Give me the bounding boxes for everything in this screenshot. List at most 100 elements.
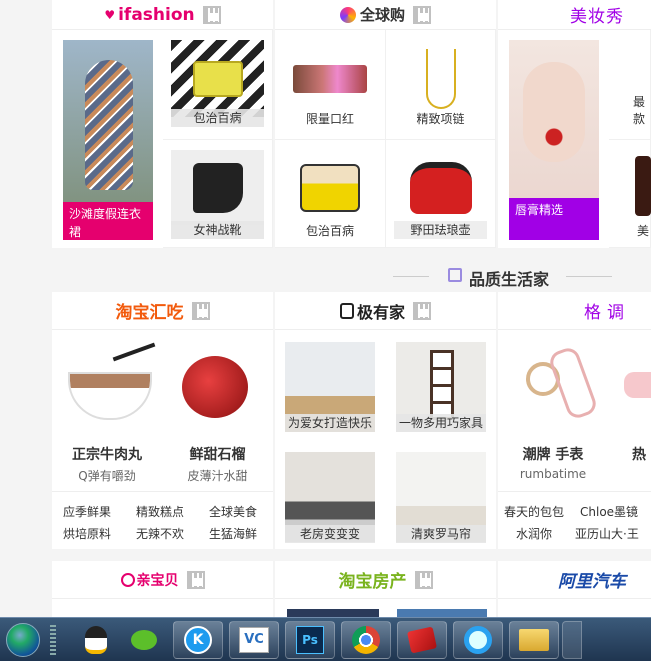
huichi-item-pomegranate[interactable]: 鲜甜石榴 皮薄汁水甜 <box>162 332 273 487</box>
huichi-link[interactable]: 应季鲜果 <box>63 503 111 520</box>
start-button[interactable] <box>0 618 46 661</box>
fangchan-header[interactable]: 淘宝房产 <box>275 561 496 599</box>
jiyoujia-card: 极有家 为爱女打造快乐 一物多用巧家具 老房变变变 清爽罗马帘 <box>275 292 496 549</box>
global-logo-icon <box>339 6 356 23</box>
ifashion-item-label: 包治百病 <box>171 109 264 127</box>
global-item-necklace[interactable]: 精致项链 <box>386 30 496 140</box>
qinbaobei-header[interactable]: 亲宝贝 <box>52 561 273 599</box>
qq-body <box>85 625 107 654</box>
huichi-link[interactable]: 生猛海鲜 <box>209 525 257 542</box>
qq-browser-taskbar-button[interactable] <box>453 620 503 659</box>
chrome-taskbar-button[interactable] <box>341 620 391 659</box>
huichi-header[interactable]: 淘宝汇吃 <box>52 292 273 330</box>
gediao-item-title: 热 <box>632 447 646 463</box>
ifashion-item-bag[interactable]: 包治百病 <box>163 30 273 140</box>
huichi-item-meatball[interactable]: 正宗牛肉丸 Q弹有嚼劲 <box>52 332 162 487</box>
qr-code-icon[interactable] <box>186 570 205 589</box>
beauty-item[interactable]: 美 <box>609 140 651 248</box>
qiche-logo: 阿里汽车 <box>558 572 626 592</box>
jiyoujia-logo-icon <box>339 302 354 319</box>
huichi-link[interactable]: 全球美食 <box>209 503 257 520</box>
global-card: 全球购 限量口红 精致项链 包治百病 野田珐琅壶 <box>275 0 496 248</box>
qr-code-icon[interactable] <box>202 5 221 24</box>
handbag-image <box>283 150 377 225</box>
gediao-link[interactable]: 亚历山大·王 <box>575 525 639 542</box>
global-item-label: 限量口红 <box>305 112 354 126</box>
qiche-card: 阿里汽车 <box>498 561 651 621</box>
global-item-label: 精致项链 <box>416 112 465 126</box>
explorer-taskbar-button[interactable] <box>509 620 559 659</box>
model-photo <box>85 60 133 190</box>
global-item-bag[interactable]: 包治百病 <box>275 140 386 248</box>
beauty-item[interactable]: 最款 <box>609 30 651 140</box>
ifashion-logo-text: ifashion <box>118 4 195 25</box>
global-header[interactable]: 全球购 <box>275 0 496 30</box>
shoe-icon <box>624 372 651 398</box>
gediao-link[interactable]: Chloe墨镜 <box>580 503 638 520</box>
qr-code-icon[interactable] <box>413 5 431 24</box>
kugou-icon: K <box>184 625 212 654</box>
kettle-image <box>394 150 487 225</box>
jiyoujia-item-label: 为爱女打造快乐 <box>285 414 375 432</box>
jiyoujia-header[interactable]: 极有家 <box>275 292 496 330</box>
qq-penguin-icon[interactable] <box>76 620 116 660</box>
jiyoujia-item-label: 一物多用巧家具 <box>396 414 486 432</box>
necklace-image <box>394 40 487 117</box>
meatball-bowl-icon <box>68 372 152 420</box>
gediao-item-sub: rumbatime <box>519 467 587 481</box>
qq-browser-icon <box>464 625 492 654</box>
huichi-link[interactable]: 烘培原料 <box>63 525 111 542</box>
ifashion-header[interactable]: ♥ ifashion <box>52 0 273 30</box>
bag-image <box>171 40 264 117</box>
huichi-link[interactable]: 无辣不欢 <box>136 525 184 542</box>
wechat-bubble <box>131 629 157 650</box>
lipstick-image <box>283 40 377 117</box>
windows-taskbar: K VC Ps <box>0 617 651 661</box>
qinbaobei-logo: 亲宝贝 <box>136 572 179 589</box>
jiyoujia-item[interactable]: 一物多用巧家具 <box>386 332 496 440</box>
qinbaobei-logo-icon <box>120 572 135 587</box>
necklace-icon <box>425 48 456 109</box>
red-app-icon <box>406 626 438 653</box>
gediao-link[interactable]: 水润你 <box>516 525 552 542</box>
qr-code-icon[interactable] <box>414 570 433 589</box>
photoshop-icon: Ps <box>296 625 324 654</box>
more-taskbar-button[interactable] <box>562 620 582 659</box>
global-item-kettle[interactable]: 野田珐琅壶 <box>386 140 496 248</box>
jiyoujia-item-label: 老房变变变 <box>285 525 375 543</box>
bottle-icon <box>635 156 651 216</box>
folder-icon <box>519 628 549 651</box>
beauty-hero[interactable]: 唇膏精选 <box>509 40 599 240</box>
qr-code-icon[interactable] <box>191 301 210 320</box>
jiyoujia-item[interactable]: 为爱女打造快乐 <box>275 332 386 440</box>
qr-code-icon[interactable] <box>413 301 431 320</box>
red-app-taskbar-button[interactable] <box>397 620 447 659</box>
gediao-item-title: 潮牌 手表 <box>522 447 584 463</box>
ifashion-hero[interactable]: 沙滩度假连衣裙 <box>63 40 153 240</box>
pomegranate-icon <box>182 356 248 418</box>
boots-image <box>171 150 264 225</box>
huichi-link[interactable]: 精致糕点 <box>136 503 184 520</box>
gediao-header[interactable]: 格调 <box>498 292 651 330</box>
photoshop-taskbar-button[interactable]: Ps <box>285 620 335 659</box>
gediao-links-divider <box>498 491 651 492</box>
vc-taskbar-button[interactable]: VC <box>229 620 279 659</box>
jiyoujia-item[interactable]: 老房变变变 <box>275 442 386 549</box>
wechat-icon[interactable] <box>124 620 164 660</box>
global-item-lipstick[interactable]: 限量口红 <box>275 30 386 140</box>
section-title: 品质生活家 <box>469 270 550 289</box>
beauty-hero-caption: 唇膏精选 <box>509 198 599 240</box>
gediao-link[interactable]: 春天的包包 <box>504 503 564 520</box>
ifashion-item-boots[interactable]: 女神战靴 <box>163 140 273 248</box>
jiyoujia-logo: 极有家 <box>356 302 405 322</box>
jiyoujia-item[interactable]: 清爽罗马帘 <box>386 442 496 549</box>
beauty-header[interactable]: 美妆秀 <box>498 0 651 30</box>
kugou-taskbar-button[interactable]: K <box>173 620 223 659</box>
qiche-header[interactable]: 阿里汽车 <box>498 561 651 599</box>
beauty-title: 美妆秀 <box>570 7 624 27</box>
boots-icon <box>192 162 243 213</box>
gediao-item-shoe[interactable]: 热 <box>608 332 651 487</box>
gediao-item-watch[interactable]: 潮牌 手表 rumbatime <box>498 332 608 487</box>
ifashion-hero-caption: 沙滩度假连衣裙 <box>63 202 153 240</box>
yellow-bag-icon <box>192 60 243 97</box>
